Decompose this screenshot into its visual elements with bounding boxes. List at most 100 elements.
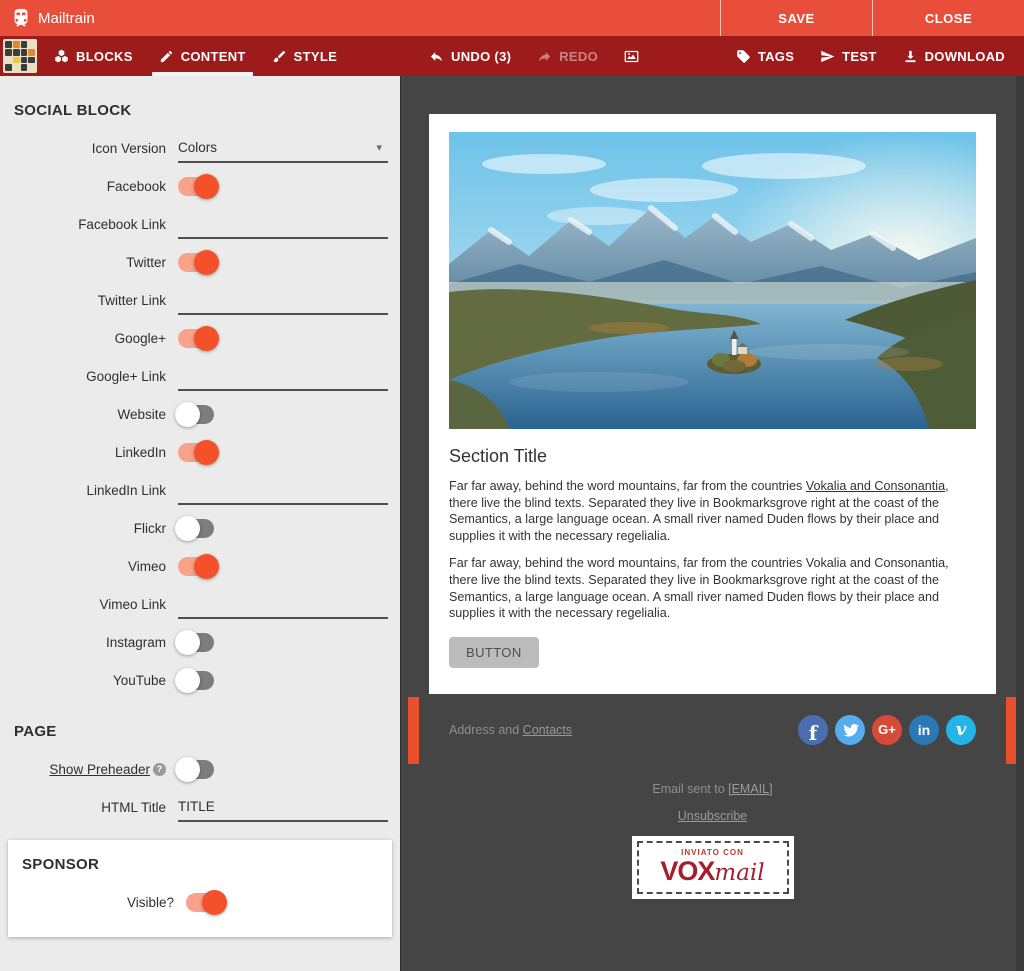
vokalia-link[interactable]: Vokalia and Consonantia xyxy=(806,479,945,493)
address-line: Address and Contacts xyxy=(449,723,572,737)
voxmail-badge[interactable]: INVIATO CON VOXmail xyxy=(637,841,789,894)
facebook-link-input[interactable] xyxy=(178,209,388,239)
test-button[interactable]: TEST xyxy=(807,36,889,76)
email-button[interactable]: BUTTON xyxy=(449,637,539,668)
field-label: Twitter Link xyxy=(0,293,178,308)
field-label: Instagram xyxy=(0,635,178,650)
visible-toggle[interactable] xyxy=(186,890,224,915)
field-row: YouTube xyxy=(0,661,400,699)
section-heading: PAGE xyxy=(14,723,400,740)
download-icon xyxy=(903,49,918,64)
twitter-link-input[interactable] xyxy=(178,285,388,315)
vimeo-icon[interactable]: v xyxy=(946,715,976,745)
field-label: Google+ Link xyxy=(0,369,178,384)
redo-icon xyxy=(537,49,552,64)
google-link-input[interactable] xyxy=(178,361,388,391)
brush-icon xyxy=(272,49,287,64)
field-label: LinkedIn Link xyxy=(0,483,178,498)
tag-icon xyxy=(736,49,751,64)
website-toggle[interactable] xyxy=(178,402,216,427)
gallery-button[interactable] xyxy=(611,36,652,76)
email-sent-line: Email sent to [EMAIL] xyxy=(429,782,996,796)
chevron-down-icon: ▾ xyxy=(376,141,388,154)
field-label: Flickr xyxy=(0,521,178,536)
facebook-icon[interactable]: f xyxy=(798,715,828,745)
paper-plane-icon xyxy=(820,49,835,64)
google-toggle[interactable] xyxy=(178,326,216,351)
email-link[interactable]: [EMAIL] xyxy=(728,782,772,796)
linkedin-icon[interactable]: in xyxy=(909,715,939,745)
field-label: Vimeo xyxy=(0,559,178,574)
image-icon xyxy=(624,49,639,64)
field-label: Icon Version xyxy=(0,141,178,156)
section-sponsor: SPONSOR Visible? xyxy=(8,840,392,937)
instagram-toggle[interactable] xyxy=(178,630,216,655)
field-row: HTML TitleTITLE xyxy=(0,788,400,826)
field-row: Google+ xyxy=(0,319,400,357)
preview-scrollbar[interactable] xyxy=(1016,76,1024,971)
field-label: Website xyxy=(0,407,178,422)
field-row: Icon VersionColors▾ xyxy=(0,129,400,167)
email-hero-image[interactable] xyxy=(449,132,976,429)
contacts-link[interactable]: Contacts xyxy=(523,723,572,737)
google-plus-icon[interactable]: G+ xyxy=(872,715,902,745)
tags-button[interactable]: TAGS xyxy=(723,36,807,76)
paragraph-1: Far far away, behind the word mountains,… xyxy=(449,478,976,544)
field-row: Facebook xyxy=(0,167,400,205)
twitter-toggle[interactable] xyxy=(178,250,216,275)
tab-style[interactable]: STYLE xyxy=(259,36,350,76)
field-row: Twitter Link xyxy=(0,281,400,319)
field-label: YouTube xyxy=(0,673,178,688)
email-preview-pane: Section Title Far far away, behind the w… xyxy=(400,76,1024,971)
twitter-icon[interactable] xyxy=(835,715,865,745)
field-row: Twitter xyxy=(0,243,400,281)
field-row: Instagram xyxy=(0,623,400,661)
html-title-input[interactable]: TITLE xyxy=(178,792,388,822)
linkedin-toggle[interactable] xyxy=(178,440,216,465)
youtube-toggle[interactable] xyxy=(178,668,216,693)
app-title: Mailtrain xyxy=(38,10,95,27)
field-label: Vimeo Link xyxy=(0,597,178,612)
unsubscribe-link[interactable]: Unsubscribe xyxy=(678,809,747,823)
download-button[interactable]: DOWNLOAD xyxy=(890,36,1018,76)
pencil-icon xyxy=(159,49,174,64)
icon-version-select[interactable]: Colors▾ xyxy=(178,133,388,163)
vimeo-link-input[interactable] xyxy=(178,589,388,619)
show-preheader-link[interactable]: Show Preheader xyxy=(49,762,150,777)
field-label: Twitter xyxy=(0,255,178,270)
field-label: LinkedIn xyxy=(0,445,178,460)
field-row: Vimeo Link xyxy=(0,585,400,623)
undo-button[interactable]: UNDO (3) xyxy=(416,36,524,76)
field-label: Facebook xyxy=(0,179,178,194)
blocks-icon xyxy=(54,49,69,64)
save-button[interactable]: SAVE xyxy=(720,0,872,36)
vimeo-toggle[interactable] xyxy=(178,554,216,579)
tab-content[interactable]: CONTENT xyxy=(146,36,259,76)
facebook-toggle[interactable] xyxy=(178,174,216,199)
field-row: Flickr xyxy=(0,509,400,547)
email-body-block: Section Title Far far away, behind the w… xyxy=(429,114,996,694)
field-row: LinkedIn Link xyxy=(0,471,400,509)
section-social-block: SOCIAL BLOCK Icon VersionColors▾ Facebook F… xyxy=(0,102,400,699)
tab-blocks[interactable]: BLOCKS xyxy=(41,36,146,76)
linkedin-link-input[interactable] xyxy=(178,475,388,505)
top-bar: Mailtrain SAVE CLOSE xyxy=(0,0,1024,36)
show-preheader-toggle[interactable] xyxy=(178,757,216,782)
help-icon[interactable]: ? xyxy=(153,763,166,776)
train-logo-icon xyxy=(10,7,32,29)
email-footer-block[interactable]: Address and Contacts f G+inv xyxy=(429,694,996,766)
field-row: Facebook Link xyxy=(0,205,400,243)
field-row: Google+ Link xyxy=(0,357,400,395)
editor-toolbar: BLOCKS CONTENT STYLE UNDO (3) REDO xyxy=(0,36,1024,76)
field-label: Google+ xyxy=(0,331,178,346)
field-row: Visible? xyxy=(8,883,392,921)
field-label: HTML Title xyxy=(0,800,178,815)
flickr-toggle[interactable] xyxy=(178,516,216,541)
close-button[interactable]: CLOSE xyxy=(872,0,1024,36)
app-brand: Mailtrain xyxy=(0,7,95,29)
unsubscribe-line: Unsubscribe xyxy=(429,809,996,823)
section-heading: SPONSOR xyxy=(22,856,392,873)
field-row: Website xyxy=(0,395,400,433)
redo-button[interactable]: REDO xyxy=(524,36,611,76)
section-heading: SOCIAL BLOCK xyxy=(14,102,400,119)
